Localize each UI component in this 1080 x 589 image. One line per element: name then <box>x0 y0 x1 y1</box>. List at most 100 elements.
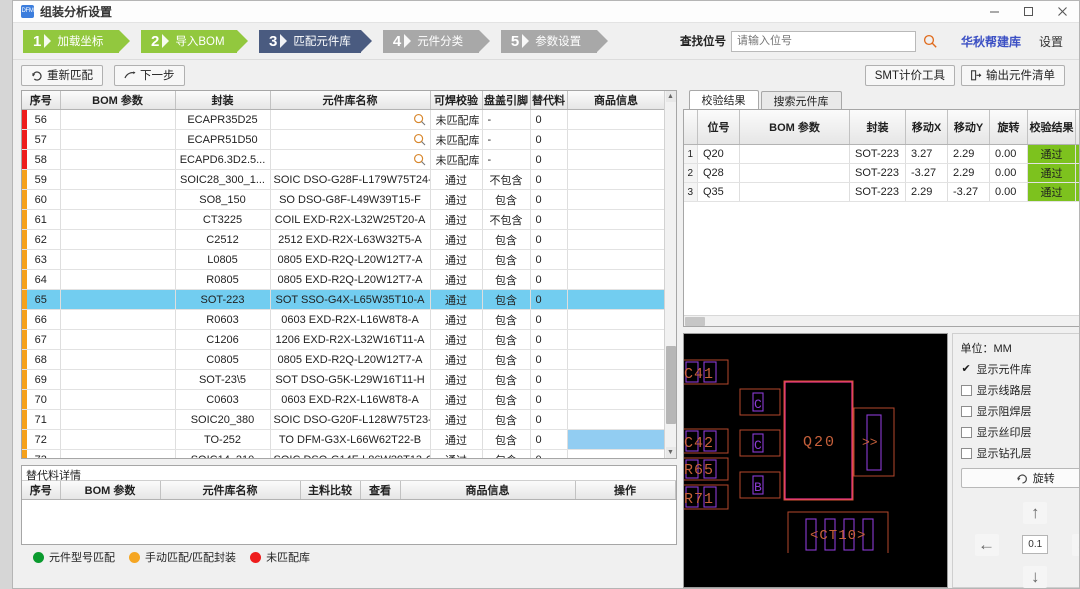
tab-search-library[interactable]: 搜索元件库 <box>761 91 842 109</box>
check-result-table: 位号 BOM 参数 封装 移动X 移动Y 旋转 校验结果 盘盖引脚 1Q20SO… <box>684 110 1080 202</box>
pcb-preview-canvas[interactable]: C41 C42 R65 R71 Q20 >> <CT10> C C B <box>683 333 948 588</box>
cell-library-name: SOIC DSO-G14F-L86W39T13-G <box>270 450 430 459</box>
table-row[interactable]: 71SOIC20_380SOIC DSO-G20F-L128W75T23-A通过… <box>22 410 676 430</box>
library-search-icon[interactable] <box>413 153 426 166</box>
table-row[interactable]: 70C06030603 EXD-R2X-L16W8T8-A通过包含0更多推荐 <box>22 390 676 410</box>
result-row[interactable]: 3Q35SOT-2232.29-3.270.00通过包含 <box>684 183 1080 202</box>
svg-text:C42: C42 <box>684 435 714 452</box>
table-row[interactable]: 62C25122512 EXD-R2X-L63W32T5-A通过包含0更多推荐 <box>22 230 676 250</box>
export-component-list-button[interactable]: 输出元件清单 <box>961 65 1065 86</box>
rotate-button[interactable]: 旋转 <box>961 468 1080 488</box>
maximize-button[interactable] <box>1011 1 1045 23</box>
result-row[interactable]: 1Q20SOT-2233.272.290.00通过包含 <box>684 145 1080 164</box>
table-row[interactable]: 66R06030603 EXD-R2X-L16W8T8-A通过包含0更多推荐 <box>22 310 676 330</box>
cell-seq: 65 <box>22 290 60 310</box>
cell-pad-pin: - <box>482 110 530 130</box>
cell-bom-params <box>60 230 175 250</box>
cell-weld-check: 通过 <box>430 370 482 390</box>
close-button[interactable] <box>1045 1 1079 23</box>
cell-weld-check: 通过 <box>430 450 482 459</box>
layer-toggle-component-library[interactable]: 显示元件库 <box>961 361 1080 377</box>
arrow-left-icon: ← <box>978 535 995 555</box>
step-3-match-library[interactable]: 3 匹配元件库 <box>259 30 361 53</box>
step-5-parameter-settings[interactable]: 5 参数设置 <box>501 30 597 53</box>
layer-toggle-trace[interactable]: 显示线路层 <box>961 382 1080 398</box>
cell-weld-check: 通过 <box>430 290 482 310</box>
move-right-button[interactable]: → <box>1072 534 1079 556</box>
cell-seq: 60 <box>22 190 60 210</box>
step-4-component-classification[interactable]: 4 元件分类 <box>383 30 479 53</box>
res-col-rownum <box>684 110 698 145</box>
move-down-button[interactable]: ↓ <box>1023 566 1047 588</box>
tab-check-result[interactable]: 校验结果 <box>689 90 759 109</box>
result-horizontal-scrollbar[interactable] <box>684 315 1080 326</box>
table-row[interactable]: 64R08050805 EXD-R2Q-L20W12T7-A通过包含0更多推荐 <box>22 270 676 290</box>
library-search-icon[interactable] <box>413 113 426 126</box>
cell-bom-params <box>60 110 175 130</box>
table-row[interactable]: 67C12061206 EXD-R2X-L32W16T11-A通过包含0更多推荐 <box>22 330 676 350</box>
move-step-input[interactable]: 0.1 <box>1022 535 1048 554</box>
move-dpad: ↑ ← 0.1 → ↓ <box>961 488 1080 587</box>
minimize-button[interactable] <box>977 1 1011 23</box>
alternative-parts-table: 序号 BOM 参数 元件库名称 主料比较 查看 商品信息 操作 <box>22 481 676 500</box>
table-row[interactable]: 73SOIC14_210SOIC DSO-G14F-L86W39T13-G通过包… <box>22 450 676 459</box>
settings-link[interactable]: 设置 <box>1039 33 1063 50</box>
cell-goods-info <box>567 390 665 410</box>
result-row[interactable]: 2Q28SOT-223-3.272.290.00通过包含 <box>684 164 1080 183</box>
table-row[interactable]: 58ECAPD6.3D2.5...未匹配库-0更多推荐 <box>22 150 676 170</box>
build-library-link[interactable]: 华秋帮建库 <box>961 33 1021 50</box>
pcb-preview-row: C41 C42 R65 R71 Q20 >> <CT10> C C B <box>683 333 1080 588</box>
cell-alternative-count: 0 <box>530 450 567 459</box>
rematch-icon <box>31 70 43 81</box>
cell-library-name <box>270 150 430 170</box>
rematch-button[interactable]: 重新匹配 <box>21 65 103 86</box>
cell-goods-info <box>567 310 665 330</box>
cell-bom-params <box>60 210 175 230</box>
svg-text:<CT10>: <CT10> <box>810 528 866 544</box>
move-left-button[interactable]: ← <box>975 534 999 556</box>
layer-toggle-solder-mask[interactable]: 显示阻焊层 <box>961 403 1080 419</box>
move-up-button[interactable]: ↑ <box>1023 502 1047 524</box>
cell-package: C0603 <box>175 390 270 410</box>
scroll-thumb[interactable] <box>666 346 676 424</box>
cell-pad-pin: 包含 <box>482 450 530 459</box>
find-designator-label: 查找位号 <box>680 33 726 49</box>
library-search-icon[interactable] <box>413 133 426 146</box>
table-vertical-scrollbar[interactable]: ▲ ▼ <box>664 91 676 458</box>
search-input[interactable] <box>731 31 916 52</box>
col-goods-info: 商品信息 <box>567 91 665 110</box>
cell-weld-check: 未匹配库 <box>430 130 482 150</box>
cell-seq: 56 <box>22 110 60 130</box>
step-1-load-coordinates[interactable]: 1 加载坐标 <box>23 30 119 53</box>
scroll-up-arrow[interactable]: ▲ <box>666 91 676 102</box>
cell-alternative-count: 0 <box>530 350 567 370</box>
table-row[interactable]: 68C08050805 EXD-R2Q-L20W12T7-A通过包含0更多推荐 <box>22 350 676 370</box>
table-row[interactable]: 61CT3225COIL EXD-R2X-L32W25T20-A通过不包含0更多… <box>22 210 676 230</box>
rotate-icon <box>1016 473 1029 484</box>
cell-alternative-count: 0 <box>530 290 567 310</box>
cell-bom-params <box>60 450 175 459</box>
step-2-import-bom[interactable]: 2 导入BOM <box>141 30 237 53</box>
cell-package: SO8_150 <box>175 190 270 210</box>
table-row[interactable]: 57ECAPR51D50未匹配库-0更多推荐 <box>22 130 676 150</box>
checkbox-icon <box>961 385 972 396</box>
table-row[interactable]: 65SOT-223SOT SSO-G4X-L65W35T10-A通过包含0更多推… <box>22 290 676 310</box>
cell-pad-pin: 包含 <box>482 330 530 350</box>
table-row[interactable]: 56ECAPR35D25未匹配库-0更多推荐 <box>22 110 676 130</box>
scroll-down-arrow[interactable]: ▼ <box>666 447 676 458</box>
cell-library-name: COIL EXD-R2X-L32W25T20-A <box>270 210 430 230</box>
table-row[interactable]: 60SO8_150SO DSO-G8F-L49W39T15-F通过包含0更多推荐 <box>22 190 676 210</box>
alt-col-operation: 操作 <box>575 481 675 500</box>
layer-toggle-silkscreen[interactable]: 显示丝印层 <box>961 424 1080 440</box>
table-row[interactable]: 63L08050805 EXD-R2Q-L20W12T7-A通过包含0更多推荐 <box>22 250 676 270</box>
cell-bom-params <box>60 310 175 330</box>
search-icon[interactable] <box>919 31 943 52</box>
cell-package: SOIC28_300_1... <box>175 170 270 190</box>
table-row[interactable]: 59SOIC28_300_1...SOIC DSO-G28F-L179W75T2… <box>22 170 676 190</box>
next-step-button[interactable]: 下一步 <box>114 65 185 86</box>
layer-toggle-drill[interactable]: 显示钻孔层 <box>961 445 1080 461</box>
smt-pricing-tool-button[interactable]: SMT计价工具 <box>865 65 955 86</box>
table-row[interactable]: 72TO-252TO DFM-G3X-L66W62T22-B通过包含0更多推荐 <box>22 430 676 450</box>
table-row[interactable]: 69SOT-23\5SOT DSO-G5K-L29W16T11-H通过包含0更多… <box>22 370 676 390</box>
result-scroll-thumb[interactable] <box>685 317 705 326</box>
